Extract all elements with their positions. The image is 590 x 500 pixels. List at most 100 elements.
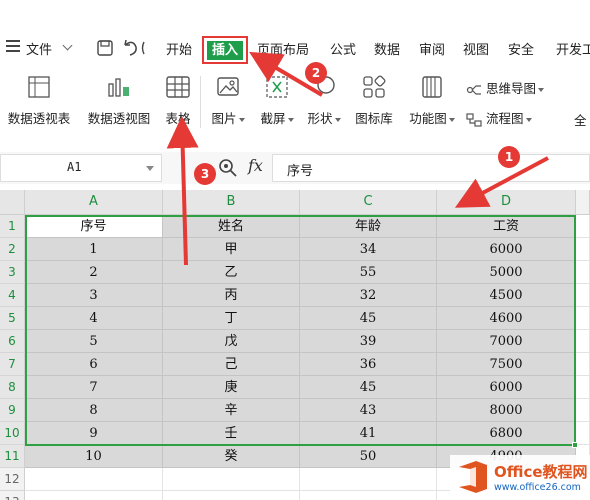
undo-icon[interactable]: [122, 39, 148, 57]
empty-cell[interactable]: [576, 215, 590, 238]
empty-cell[interactable]: [576, 307, 590, 330]
empty-cell[interactable]: [163, 468, 300, 491]
table-cell[interactable]: 4500: [437, 284, 576, 307]
mind-map-button[interactable]: 思维导图: [466, 78, 544, 97]
table-button[interactable]: 表格: [160, 70, 196, 136]
row-header-6[interactable]: 6: [0, 330, 25, 353]
column-header-e[interactable]: [576, 190, 590, 215]
empty-cell[interactable]: [163, 491, 300, 500]
menu-insert-highlight[interactable]: 插入: [202, 36, 248, 64]
header-cell[interactable]: 年龄: [300, 215, 437, 238]
row-header-4[interactable]: 4: [0, 284, 25, 307]
chevron-down-icon[interactable]: [146, 166, 154, 171]
picture-button[interactable]: 图片: [206, 70, 250, 136]
fill-handle[interactable]: [572, 442, 578, 448]
zoom-search-icon[interactable]: [218, 158, 238, 178]
row-header-2[interactable]: 2: [0, 238, 25, 261]
empty-cell[interactable]: [300, 491, 437, 500]
row-header-7[interactable]: 7: [0, 353, 25, 376]
menu-page-layout[interactable]: 页面布局: [257, 39, 309, 58]
function-chart-button[interactable]: 功能图: [404, 70, 460, 136]
empty-cell[interactable]: [576, 330, 590, 353]
row-header-12[interactable]: 12: [0, 468, 25, 491]
empty-cell[interactable]: [576, 284, 590, 307]
more-button[interactable]: 全: [574, 110, 587, 129]
dropdown-caret-icon[interactable]: [448, 117, 455, 122]
table-cell[interactable]: 甲: [163, 238, 300, 261]
empty-cell[interactable]: [576, 376, 590, 399]
formula-input[interactable]: 序号: [272, 154, 590, 182]
table-cell[interactable]: 辛: [163, 399, 300, 422]
empty-cell[interactable]: [576, 261, 590, 284]
menu-home[interactable]: 开始: [166, 39, 192, 58]
flowchart-button[interactable]: 流程图: [466, 108, 532, 127]
empty-cell[interactable]: [576, 399, 590, 422]
table-cell[interactable]: 55: [300, 261, 437, 284]
row-header-8[interactable]: 8: [0, 376, 25, 399]
table-cell[interactable]: 6000: [437, 238, 576, 261]
dropdown-caret-icon[interactable]: [538, 87, 544, 92]
select-all-corner[interactable]: [0, 190, 25, 215]
pivot-table-button[interactable]: 数据透视表: [0, 70, 78, 136]
menu-review[interactable]: 审阅: [419, 39, 445, 58]
table-cell[interactable]: 43: [300, 399, 437, 422]
empty-cell[interactable]: [576, 422, 590, 445]
hamburger-menu-icon[interactable]: [6, 40, 20, 52]
row-header-13[interactable]: 13: [0, 491, 25, 500]
row-header-3[interactable]: 3: [0, 261, 25, 284]
table-cell[interactable]: 6: [25, 353, 163, 376]
dropdown-caret-icon[interactable]: [525, 117, 532, 122]
column-header-a[interactable]: A: [25, 190, 163, 215]
table-cell[interactable]: 己: [163, 353, 300, 376]
table-cell[interactable]: 丁: [163, 307, 300, 330]
table-cell[interactable]: 7000: [437, 330, 576, 353]
table-cell[interactable]: 7500: [437, 353, 576, 376]
table-cell[interactable]: 10: [25, 445, 163, 468]
table-cell[interactable]: 6800: [437, 422, 576, 445]
dropdown-caret-icon[interactable]: [334, 117, 341, 122]
table-cell[interactable]: 4: [25, 307, 163, 330]
table-cell[interactable]: 丙: [163, 284, 300, 307]
name-box[interactable]: A1: [0, 154, 162, 182]
row-header-11[interactable]: 11: [0, 445, 25, 468]
dropdown-caret-icon[interactable]: [287, 117, 294, 122]
table-cell[interactable]: 45: [300, 376, 437, 399]
table-cell[interactable]: 32: [300, 284, 437, 307]
empty-cell[interactable]: [25, 491, 163, 500]
table-cell[interactable]: 5: [25, 330, 163, 353]
column-header-d[interactable]: D: [437, 190, 576, 215]
screenshot-button[interactable]: 截屏: [254, 70, 300, 136]
table-cell[interactable]: 39: [300, 330, 437, 353]
icon-library-button[interactable]: 图标库: [350, 70, 398, 136]
save-icon[interactable]: [96, 39, 114, 57]
header-cell[interactable]: 姓名: [163, 215, 300, 238]
table-cell[interactable]: 3: [25, 284, 163, 307]
table-cell[interactable]: 41: [300, 422, 437, 445]
menu-data[interactable]: 数据: [374, 39, 400, 58]
menu-formulas[interactable]: 公式: [330, 39, 356, 58]
column-header-b[interactable]: B: [163, 190, 300, 215]
table-cell[interactable]: 7: [25, 376, 163, 399]
row-header-1[interactable]: 1: [0, 215, 25, 238]
table-cell[interactable]: 45: [300, 307, 437, 330]
table-cell[interactable]: 癸: [163, 445, 300, 468]
menu-insert[interactable]: 插入: [207, 41, 243, 60]
column-header-c[interactable]: C: [300, 190, 437, 215]
empty-cell[interactable]: [300, 468, 437, 491]
pivot-chart-button[interactable]: 数据透视图: [80, 70, 158, 136]
menu-view[interactable]: 视图: [463, 39, 489, 58]
menu-file[interactable]: 文件: [26, 39, 52, 58]
table-cell[interactable]: 34: [300, 238, 437, 261]
empty-cell[interactable]: [576, 353, 590, 376]
table-cell[interactable]: 5000: [437, 261, 576, 284]
row-header-9[interactable]: 9: [0, 399, 25, 422]
table-cell[interactable]: 乙: [163, 261, 300, 284]
table-cell[interactable]: 庚: [163, 376, 300, 399]
table-cell[interactable]: 50: [300, 445, 437, 468]
chevron-down-icon[interactable]: [62, 40, 73, 51]
table-cell[interactable]: 戊: [163, 330, 300, 353]
fx-icon[interactable]: fx: [248, 156, 263, 175]
empty-cell[interactable]: [25, 468, 163, 491]
table-cell[interactable]: 4600: [437, 307, 576, 330]
table-cell[interactable]: 2: [25, 261, 163, 284]
